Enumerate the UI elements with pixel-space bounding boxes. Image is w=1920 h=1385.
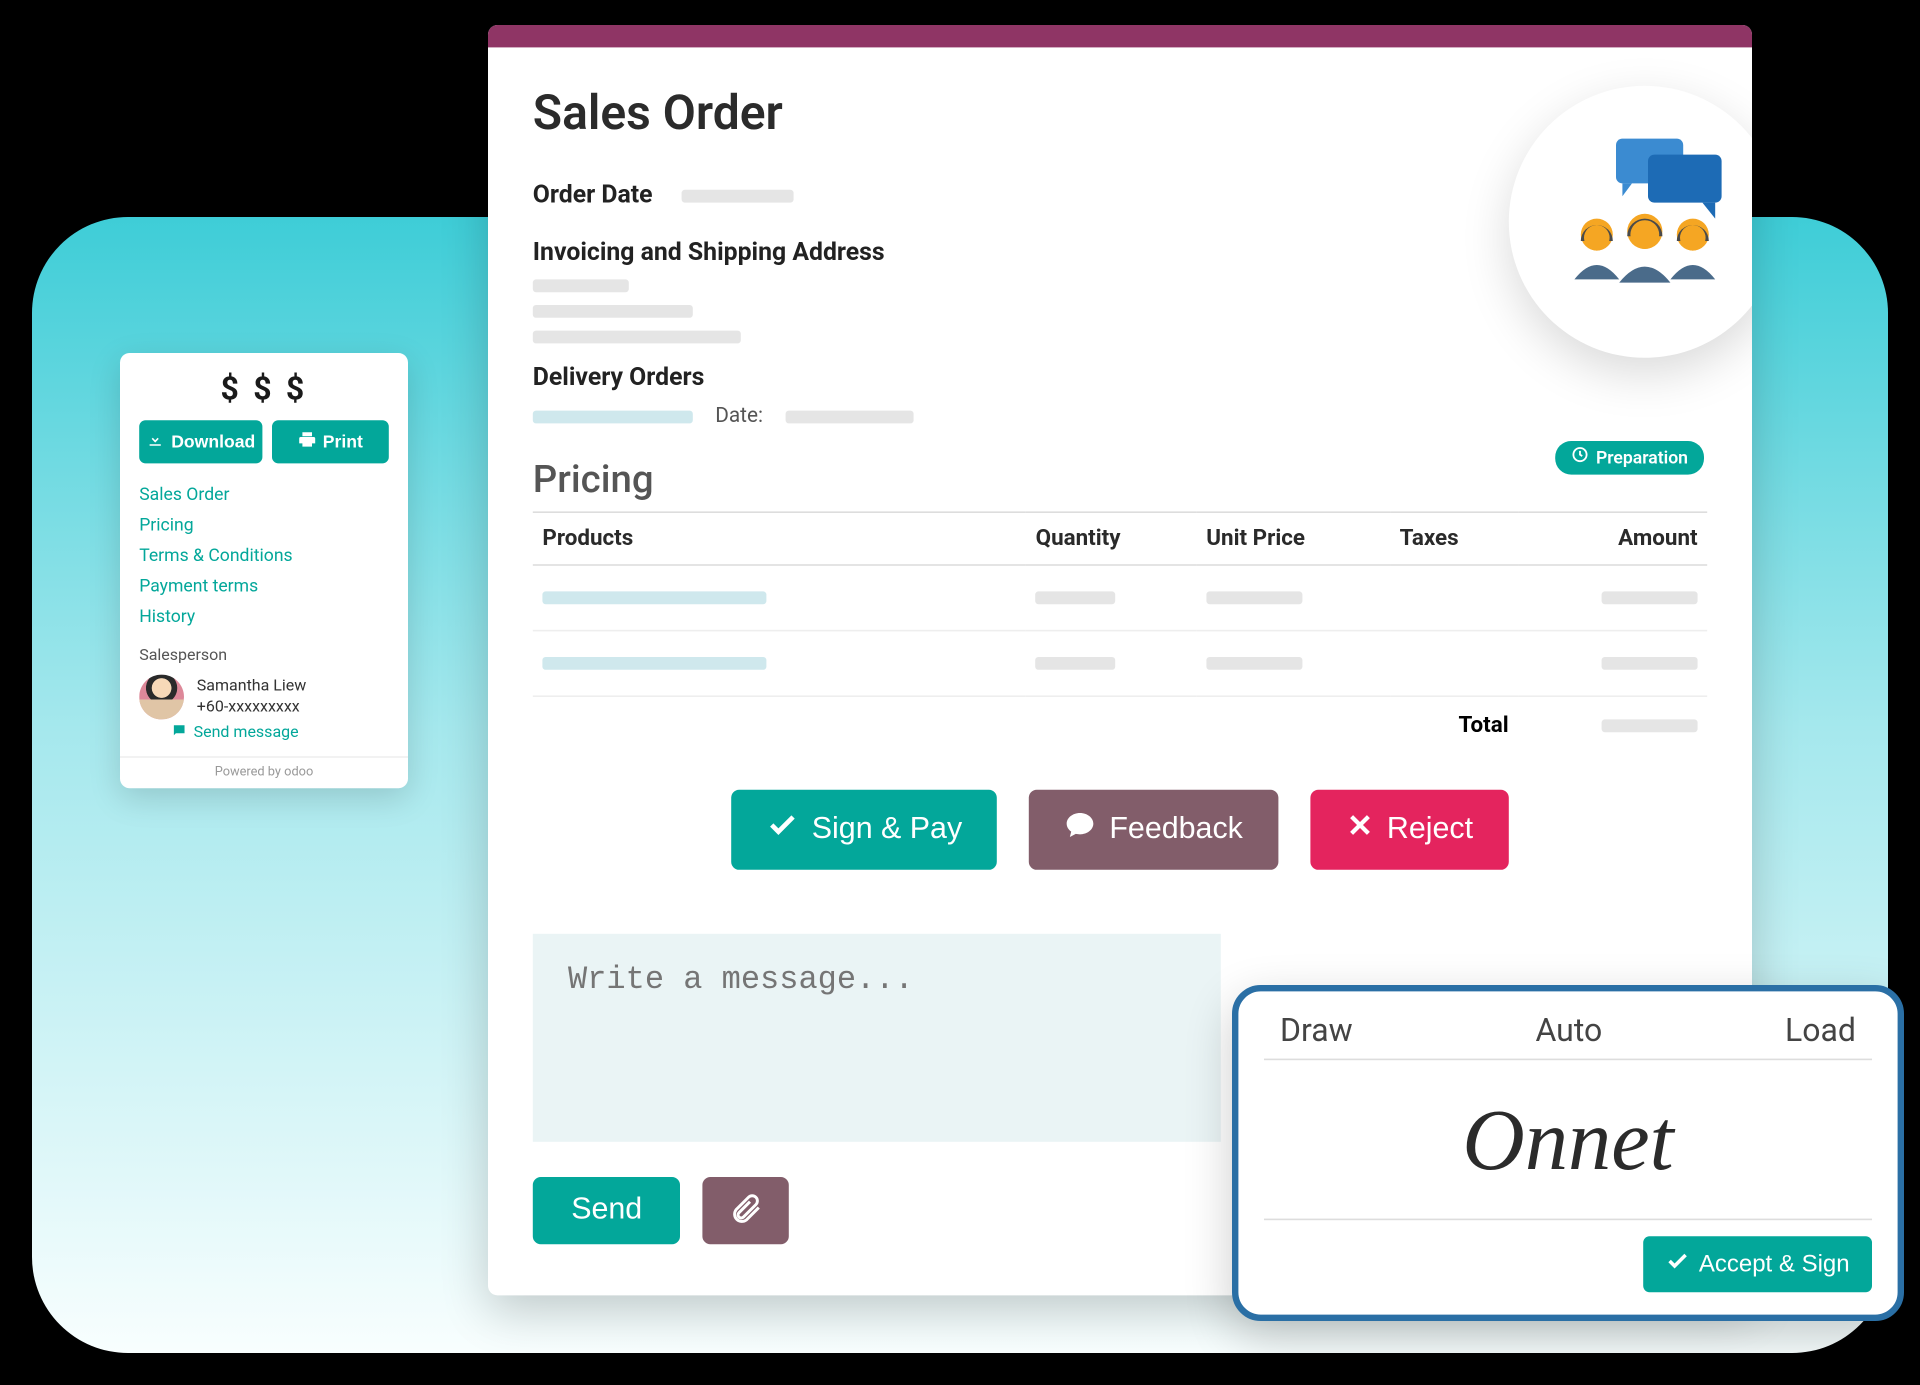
app-topbar <box>488 25 1752 47</box>
sidebar-link[interactable]: Sales Order <box>139 479 389 509</box>
signature-panel: Draw Auto Load Onnet Accept & Sign <box>1232 985 1904 1321</box>
page-title: Sales Order <box>533 85 1707 141</box>
sign-pay-button[interactable]: Sign & Pay <box>732 789 998 869</box>
col-amount: Amount <box>1518 512 1707 565</box>
send-message-link[interactable]: Send message <box>171 722 389 743</box>
signature-canvas[interactable]: Onnet <box>1264 1060 1872 1220</box>
col-quantity: Quantity <box>1026 512 1197 565</box>
attach-button[interactable] <box>703 1177 789 1244</box>
delivery-label: Delivery Orders <box>533 362 1707 391</box>
signature-tab-load[interactable]: Load <box>1785 1010 1856 1048</box>
clock-icon <box>1572 445 1590 467</box>
reject-button[interactable]: Reject <box>1310 789 1508 869</box>
check-icon <box>1665 1249 1689 1279</box>
sign-pay-label: Sign & Pay <box>812 812 962 847</box>
table-row <box>533 565 1707 631</box>
sidebar-link[interactable]: Terms & Conditions <box>139 540 389 570</box>
chat-icon <box>1065 809 1097 851</box>
sidebar-link[interactable]: Pricing <box>139 509 389 539</box>
signature-tab-auto[interactable]: Auto <box>1535 1010 1602 1048</box>
salesperson-name: Samantha Liew <box>197 676 307 697</box>
send-message-label: Send message <box>194 724 299 742</box>
paperclip-icon <box>729 1190 764 1230</box>
table-row <box>533 630 1707 696</box>
col-taxes: Taxes <box>1390 512 1518 565</box>
avatar <box>139 674 184 719</box>
pricing-table: Products Quantity Unit Price Taxes Amoun… <box>533 511 1707 754</box>
order-date-label: Order Date <box>533 180 653 209</box>
send-button[interactable]: Send <box>533 1177 681 1244</box>
check-icon <box>767 809 799 851</box>
feedback-label: Feedback <box>1109 812 1243 847</box>
sidebar-panel: $ $ $ Download Print Sales Order Pricing… <box>120 353 408 788</box>
salesperson-phone: +60-xxxxxxxxx <box>197 697 307 718</box>
accept-sign-button[interactable]: Accept & Sign <box>1643 1236 1872 1292</box>
print-button[interactable]: Print <box>271 420 389 463</box>
price-header: $ $ $ <box>139 369 389 407</box>
signature-tab-draw[interactable]: Draw <box>1280 1010 1353 1048</box>
print-icon <box>297 429 316 453</box>
sidebar-links: Sales Order Pricing Terms & Conditions P… <box>139 479 389 631</box>
feedback-button[interactable]: Feedback <box>1029 789 1278 869</box>
message-input[interactable] <box>533 933 1221 1141</box>
col-unit-price: Unit Price <box>1197 512 1390 565</box>
reject-label: Reject <box>1387 812 1473 847</box>
delivery-date-label: Date: <box>715 404 763 428</box>
download-label: Download <box>171 432 255 451</box>
delivery-row: Date: <box>533 404 1707 428</box>
status-text: Preparation <box>1596 446 1688 467</box>
placeholder <box>681 189 793 202</box>
salesperson-heading: Salesperson <box>139 647 389 665</box>
status-badge: Preparation <box>1556 441 1704 475</box>
powered-by: Powered by odoo <box>120 756 408 778</box>
accept-sign-label: Accept & Sign <box>1699 1250 1850 1277</box>
print-label: Print <box>323 432 363 451</box>
download-button[interactable]: Download <box>139 420 262 463</box>
sidebar-link[interactable]: History <box>139 601 389 631</box>
chat-bubble-icon <box>171 722 187 743</box>
pricing-heading: Pricing <box>533 457 1707 502</box>
close-icon <box>1345 810 1374 848</box>
total-label: Total <box>533 696 1519 754</box>
salesperson-row: Samantha Liew +60-xxxxxxxxx <box>139 674 389 719</box>
col-products: Products <box>533 512 1026 565</box>
download-icon <box>146 429 165 453</box>
sidebar-link[interactable]: Payment terms <box>139 570 389 600</box>
